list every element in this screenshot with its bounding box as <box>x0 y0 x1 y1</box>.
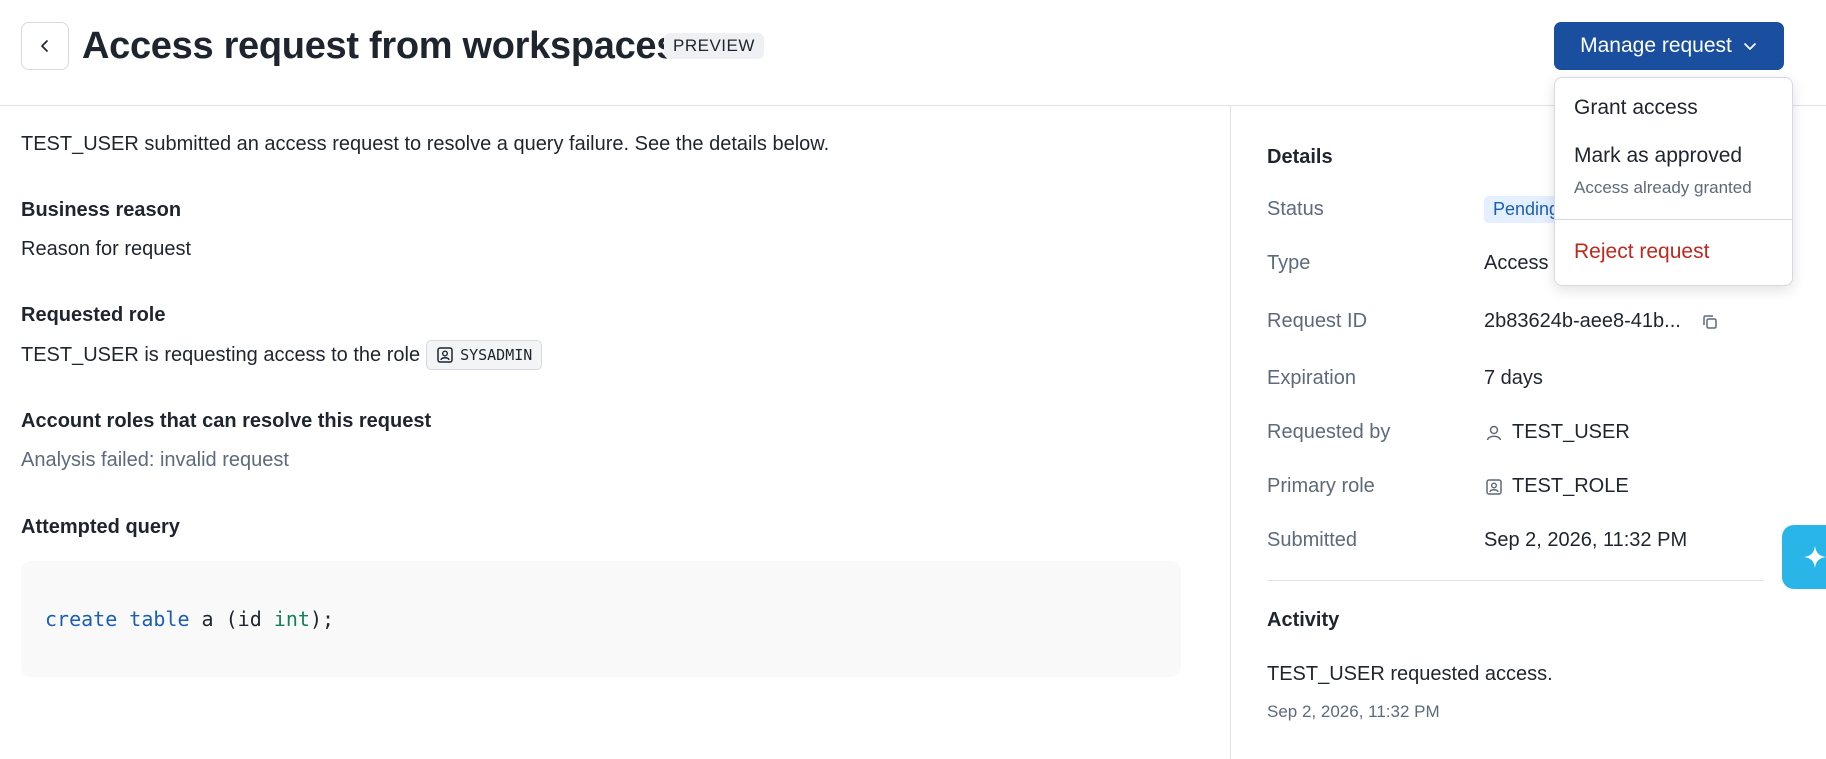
role-chip-label: SYSADMIN <box>460 346 533 364</box>
account-roles-value: Analysis failed: invalid request <box>21 449 289 471</box>
code-type: int <box>273 607 310 631</box>
page-header: Access request from workspaces PREVIEW M… <box>0 0 1826 106</box>
requested-role-value: TEST_USER is requesting access to the ro… <box>21 340 543 370</box>
primary-role-value: TEST_ROLE <box>1484 475 1629 498</box>
requested-by-text: TEST_USER <box>1512 421 1630 443</box>
manage-request-label: Manage request <box>1580 34 1732 57</box>
chevron-left-icon <box>41 40 48 52</box>
requested-by-label: Requested by <box>1267 421 1391 443</box>
page-title: Access request from workspaces <box>82 25 678 67</box>
reject-request-menu-item[interactable]: Reject request <box>1574 240 1709 264</box>
request-id-text: 2b83624b-aee8-41b... <box>1484 310 1681 332</box>
activity-heading: Activity <box>1267 609 1340 631</box>
menu-divider <box>1555 219 1792 220</box>
requested-by-value: TEST_USER <box>1484 421 1630 444</box>
role-chip: SYSADMIN <box>426 340 543 370</box>
details-divider <box>1267 580 1764 581</box>
column-divider <box>1230 106 1231 759</box>
code-text: a (id <box>189 607 274 631</box>
business-reason-value: Reason for request <box>21 238 192 260</box>
requested-role-heading: Requested role <box>21 304 166 326</box>
activity-text: TEST_USER requested access. <box>1267 663 1553 685</box>
intro-text: TEST_USER submitted an access request to… <box>21 133 830 155</box>
mark-approved-subtext: Access already granted <box>1574 178 1752 197</box>
back-button[interactable] <box>21 22 69 70</box>
mark-approved-menu-item[interactable]: Mark as approved <box>1574 144 1742 168</box>
code-keyword: table <box>129 607 190 631</box>
copy-icon[interactable] <box>1701 313 1719 331</box>
activity-timestamp: Sep 2, 2026, 11:32 PM <box>1267 702 1440 721</box>
query-code-block[interactable]: create table a (id int); <box>21 561 1181 677</box>
chevron-down-icon <box>1744 43 1756 50</box>
attempted-query-heading: Attempted query <box>21 516 180 538</box>
requested-role-text: TEST_USER is requesting access to the ro… <box>21 343 421 366</box>
submitted-label: Submitted <box>1267 529 1358 551</box>
request-id-value: 2b83624b-aee8-41b... <box>1484 310 1719 333</box>
code-text: ); <box>309 607 335 631</box>
role-icon <box>437 347 453 363</box>
user-icon <box>1486 425 1502 440</box>
type-label: Type <box>1267 252 1311 274</box>
sparkle-icon <box>1804 546 1826 568</box>
primary-role-label: Primary role <box>1267 475 1375 497</box>
status-label: Status <box>1267 198 1324 220</box>
details-heading: Details <box>1267 146 1333 168</box>
ai-assistant-button[interactable] <box>1782 525 1826 589</box>
expiration-value: 7 days <box>1484 367 1543 389</box>
business-reason-heading: Business reason <box>21 199 182 221</box>
request-id-label: Request ID <box>1267 310 1368 332</box>
code-keyword: create <box>45 607 118 631</box>
role-icon <box>1486 478 1502 495</box>
submitted-value: Sep 2, 2026, 11:32 PM <box>1484 529 1688 551</box>
manage-request-menu: Grant access Mark as approved Access alr… <box>1554 77 1793 286</box>
expiration-label: Expiration <box>1267 367 1356 389</box>
primary-role-text: TEST_ROLE <box>1512 475 1629 497</box>
type-value: Access <box>1484 252 1549 274</box>
manage-request-button[interactable]: Manage request <box>1554 22 1784 70</box>
preview-badge: PREVIEW <box>664 33 764 59</box>
account-roles-heading: Account roles that can resolve this requ… <box>21 410 432 432</box>
grant-access-menu-item[interactable]: Grant access <box>1574 96 1698 120</box>
